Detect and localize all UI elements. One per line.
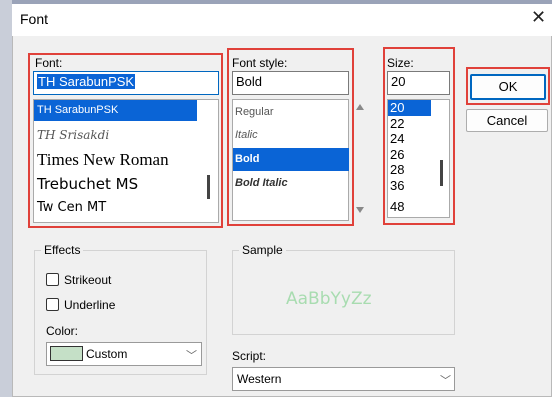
script-value: Western	[237, 372, 282, 386]
underline-checkbox[interactable]	[46, 298, 59, 311]
font-list-item[interactable]: Trebuchet MS	[37, 175, 138, 193]
style-list-item[interactable]: Italic	[235, 129, 258, 141]
size-list-item[interactable]: 24	[390, 131, 404, 146]
color-value: Custom	[86, 347, 128, 361]
cancel-button[interactable]: Cancel	[466, 109, 548, 132]
strikeout-checkbox[interactable]	[46, 273, 59, 286]
size-label: Size:	[387, 56, 414, 70]
sample-preview-text: AaBbYyZz	[286, 289, 372, 309]
effects-title: Effects	[41, 243, 84, 257]
style-list-item[interactable]: Bold Italic	[235, 177, 288, 189]
font-list-item[interactable]: Times New Roman	[37, 150, 169, 170]
size-input[interactable]: 20	[387, 71, 450, 95]
underline-label[interactable]: Underline	[64, 298, 115, 312]
size-list-item[interactable]: 36	[390, 178, 404, 193]
font-name-input[interactable]: TH SarabunPSK	[33, 71, 219, 95]
size-list-item[interactable]: 48	[390, 199, 404, 214]
font-list-item[interactable]: TH SarabunPSK	[37, 104, 118, 116]
title-bar	[12, 4, 552, 36]
size-list-item[interactable]: 20	[390, 100, 404, 115]
style-list-item[interactable]: Regular	[235, 106, 274, 118]
sample-title: Sample	[239, 243, 286, 257]
dialog-title: Font	[20, 11, 49, 27]
strikeout-label[interactable]: Strikeout	[64, 273, 111, 287]
style-scroll-up-icon[interactable]	[356, 104, 364, 110]
style-list-item[interactable]: Bold	[235, 153, 259, 165]
size-list-scrollbar-thumb[interactable]	[440, 160, 443, 186]
color-label: Color:	[46, 324, 79, 338]
color-swatch	[50, 346, 83, 361]
background-window-edge	[0, 0, 12, 397]
font-style-label: Font style:	[232, 56, 288, 70]
size-value: 20	[391, 74, 406, 89]
ok-button[interactable]: OK	[470, 74, 546, 100]
font-list-item[interactable]: TH Srisakdi	[37, 128, 109, 142]
font-list-scrollbar-thumb[interactable]	[207, 175, 210, 199]
close-icon[interactable]: ✕	[531, 8, 546, 26]
chevron-down-icon[interactable]: ﹀	[440, 372, 451, 388]
size-list-item[interactable]: 26	[390, 147, 404, 162]
size-list-item[interactable]: 28	[390, 162, 404, 177]
size-list-item[interactable]: 22	[390, 116, 404, 131]
style-scroll-down-icon[interactable]	[356, 207, 364, 213]
font-name-value: TH SarabunPSK	[37, 74, 136, 89]
font-style-input[interactable]: Bold	[232, 71, 349, 95]
script-label: Script:	[232, 349, 267, 363]
font-style-value: Bold	[236, 74, 263, 89]
font-label: Font:	[35, 56, 63, 70]
font-list-item[interactable]: Tw Cen MT	[37, 200, 106, 215]
chevron-down-icon[interactable]: ﹀	[186, 347, 197, 363]
